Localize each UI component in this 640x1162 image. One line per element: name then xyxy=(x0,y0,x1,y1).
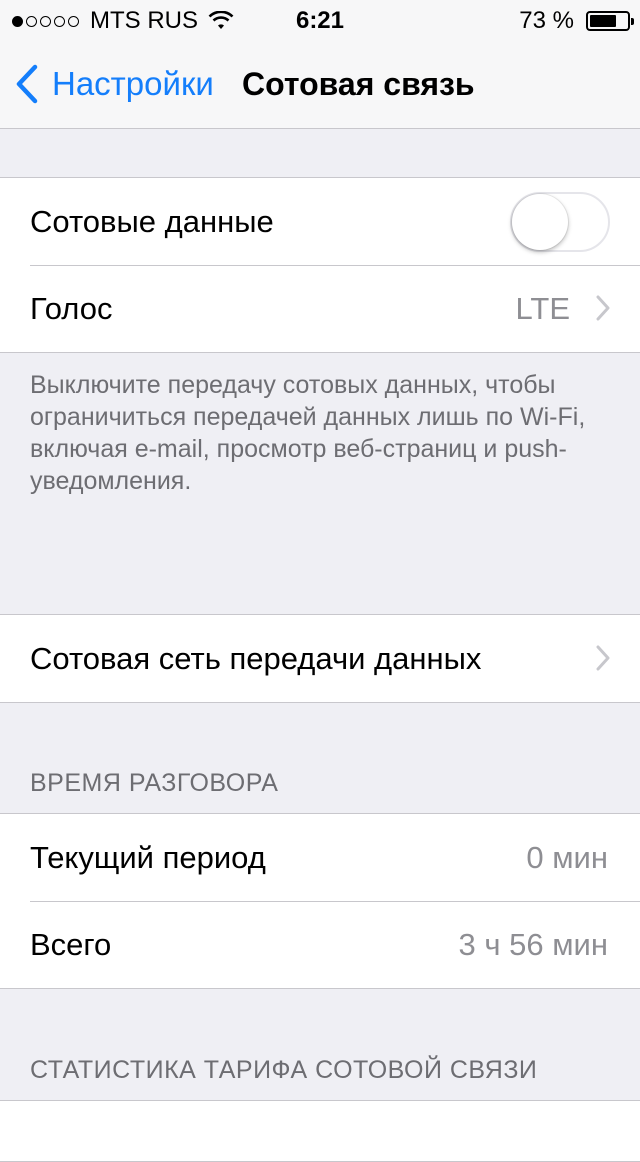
battery-percentage: 73 % xyxy=(519,7,574,34)
total-value: 3 ч 56 мин xyxy=(458,927,608,962)
voice-row[interactable]: Голос LTE xyxy=(0,265,640,352)
total-label: Всего xyxy=(30,927,112,962)
cellular-settings-group: Сотовые данные Голос LTE xyxy=(0,177,640,353)
chevron-right-icon xyxy=(596,295,610,321)
current-period-label: Текущий период xyxy=(30,840,266,875)
status-right: 73 % xyxy=(519,7,634,35)
cellular-data-toggle[interactable] xyxy=(510,192,610,252)
cellular-data-label: Сотовые данные xyxy=(30,204,274,239)
voice-label: Голос xyxy=(30,291,113,326)
back-button-label: Настройки xyxy=(52,65,214,102)
back-chevron-icon xyxy=(16,64,38,104)
current-period-value: 0 мин xyxy=(526,840,608,875)
status-bar: MTS RUS 6:21 73 % xyxy=(0,0,640,40)
current-period-row: Текущий период 0 мин xyxy=(0,814,640,901)
data-network-label: Сотовая сеть передачи данных xyxy=(30,641,482,676)
battery-tip xyxy=(631,18,634,25)
total-row: Всего 3 ч 56 мин xyxy=(0,901,640,988)
chevron-right-icon xyxy=(596,645,610,671)
call-time-group: Текущий период 0 мин Всего 3 ч 56 мин xyxy=(0,813,640,989)
page-title: Сотовая связь xyxy=(242,66,475,102)
cellular-data-note: Выключите передачу сотовых данных, чтобы… xyxy=(30,371,586,495)
back-button[interactable]: Настройки xyxy=(16,64,214,104)
call-time-header: ВРЕМЯ РАЗГОВОРА xyxy=(30,769,279,797)
cellular-data-row: Сотовые данные xyxy=(0,178,640,265)
voice-value: LTE xyxy=(515,291,570,326)
data-network-row[interactable]: Сотовая сеть передачи данных xyxy=(0,615,640,702)
toggle-knob xyxy=(512,194,568,250)
tariff-stats-header: СТАТИСТИКА ТАРИФА СОТОВОЙ СВЯЗИ xyxy=(30,1056,538,1084)
data-network-group: Сотовая сеть передачи данных xyxy=(0,614,640,703)
battery-icon xyxy=(586,11,634,31)
battery-fill xyxy=(590,15,616,27)
navigation-bar: Настройки Сотовая связь xyxy=(0,40,640,129)
tariff-stats-group xyxy=(0,1100,640,1162)
